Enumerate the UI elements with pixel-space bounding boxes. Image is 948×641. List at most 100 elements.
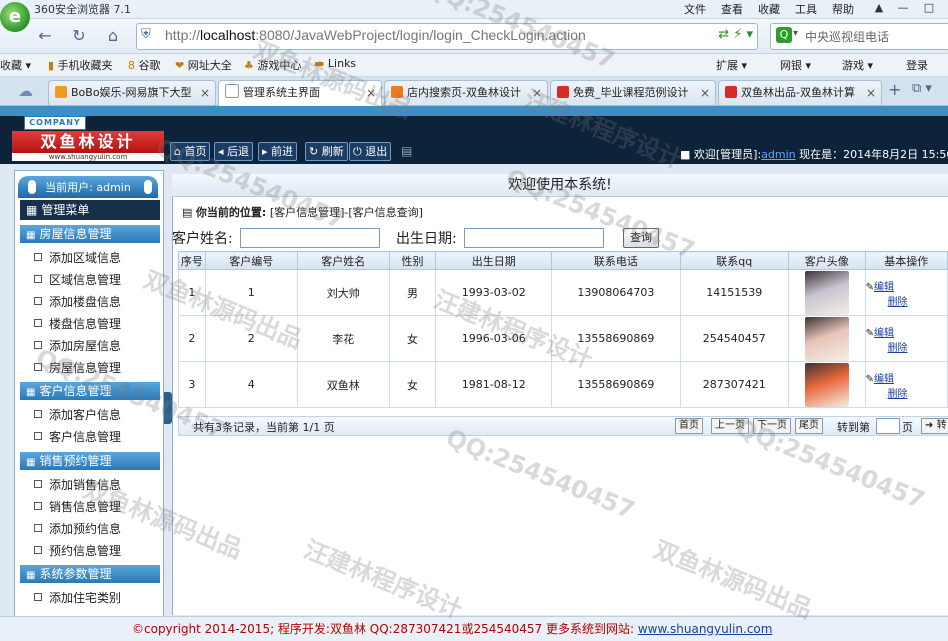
skin-icon[interactable]: ▲ xyxy=(868,0,890,15)
fav-games[interactable]: ♣ 游戏中心 xyxy=(244,57,301,73)
tab-list-icon[interactable]: ⧉ ▾ xyxy=(912,81,932,96)
sidebar-toggle-handle[interactable] xyxy=(164,392,172,424)
sidebar-item-add-area[interactable]: 添加区域信息 xyxy=(34,249,121,266)
maximize-icon[interactable]: □ xyxy=(918,0,940,15)
delete-link[interactable]: 删除 xyxy=(888,389,908,400)
site-logo: 双鱼林设计 www.shuangyulin.com xyxy=(12,131,164,161)
go-button[interactable]: ➜ 转 xyxy=(921,418,948,434)
sidebar-item-manage-building[interactable]: 楼盘信息管理 xyxy=(34,315,121,332)
cell-id: 2 xyxy=(204,315,298,362)
address-text[interactable]: http://localhost:8080/JavaWebProject/log… xyxy=(165,27,586,43)
delete-link[interactable]: 删除 xyxy=(888,343,908,354)
customer-avatar xyxy=(804,316,849,361)
page-icon xyxy=(225,84,239,98)
nav-logout-button[interactable]: ⏻ 退出 xyxy=(349,142,392,161)
sidebar-group-sales[interactable]: 销售预约管理 xyxy=(20,452,160,470)
sidebar-item-add-house-type[interactable]: 添加住宅类别 xyxy=(34,589,121,606)
first-page-button[interactable]: 首页 xyxy=(675,418,703,434)
next-page-button[interactable]: 下一页 xyxy=(753,418,791,434)
sidebar-item-add-customer[interactable]: 添加客户信息 xyxy=(34,406,121,423)
back-icon[interactable]: ← xyxy=(32,24,58,48)
tab-admin-main[interactable]: 管理系统主界面 × xyxy=(218,80,382,106)
customer-name-input[interactable] xyxy=(240,228,380,248)
delete-link[interactable]: 删除 xyxy=(888,297,908,308)
address-actions-icon[interactable]: ⇄ ⚡ ▾ xyxy=(718,27,753,42)
sidebar-item-manage-area[interactable]: 区域信息管理 xyxy=(34,271,121,288)
tab-bobo[interactable]: BoBo娱乐-网易旗下大型 × xyxy=(48,80,216,105)
cell-qq: 287307421 xyxy=(679,361,789,408)
sidebar-item-add-booking[interactable]: 添加预约信息 xyxy=(34,520,121,537)
fav-google[interactable]: 8 谷歌 xyxy=(128,57,161,73)
home-icon[interactable]: ⌂ xyxy=(100,24,126,48)
edit-link[interactable]: 编辑 xyxy=(874,374,894,385)
close-icon[interactable]: × xyxy=(532,81,542,105)
browser-logo-icon: e xyxy=(0,2,30,32)
prev-page-button[interactable]: 上一页 xyxy=(711,418,749,434)
footer: ©copyright 2014-2015; 程序开发:双鱼林 QQ:287307… xyxy=(0,616,948,641)
sidebar-group-system[interactable]: 系统参数管理 xyxy=(20,565,160,583)
menu-title: ▦ 管理菜单 xyxy=(20,200,160,220)
search-engine-icon[interactable]: Q xyxy=(776,27,792,43)
close-icon[interactable]: × xyxy=(866,81,876,105)
edit-link[interactable]: 编辑 xyxy=(874,282,894,293)
sidebar-item-add-building[interactable]: 添加楼盘信息 xyxy=(34,293,121,310)
tool-games[interactable]: 游戏 ▾ xyxy=(842,57,873,73)
close-icon[interactable]: × xyxy=(200,81,210,105)
tool-login[interactable]: 登录 xyxy=(906,57,928,73)
tab-favicon-icon xyxy=(725,86,737,98)
menu-favorites[interactable]: 收藏 xyxy=(758,1,780,17)
close-icon[interactable]: × xyxy=(700,81,710,105)
browser-navbar: ← ↻ ⌂ ⛨ http://localhost:8080/JavaWebPro… xyxy=(0,19,948,54)
edit-icon: ✎ xyxy=(865,373,874,385)
tab-free-course[interactable]: 免费_毕业课程范例设计 × xyxy=(550,80,716,105)
last-page-button[interactable]: 尾页 xyxy=(795,418,823,434)
tab-shuangyulin[interactable]: 双鱼林出品-双鱼林计算 × xyxy=(718,80,882,105)
fav-collect[interactable]: 收藏 ▾ xyxy=(0,57,31,73)
chevron-down-icon[interactable]: ▾ xyxy=(793,28,798,39)
grid-icon: ▦ xyxy=(26,203,38,217)
fav-mobile[interactable]: ▮ 手机收藏夹 xyxy=(48,57,113,73)
fav-links[interactable]: ▬ Links xyxy=(314,57,356,70)
page-suffix: 页 xyxy=(902,421,913,434)
pager-info: 共有3条记录，当前第 1/1 页 xyxy=(193,421,335,434)
app-header-strip xyxy=(0,106,948,116)
cloud-icon[interactable]: ☁ xyxy=(18,82,33,100)
menu-view[interactable]: 查看 xyxy=(721,1,743,17)
nav-home-button[interactable]: ⌂ 首页 xyxy=(170,142,211,161)
close-icon[interactable]: × xyxy=(366,81,376,105)
goto-page-input[interactable] xyxy=(876,418,900,434)
sidebar-item-add-house[interactable]: 添加房屋信息 xyxy=(34,337,121,354)
sidebar-item-manage-booking[interactable]: 预约信息管理 xyxy=(34,542,121,559)
footer-link[interactable]: www.shuangyulin.com xyxy=(638,622,773,636)
cell-birth: 1993-03-02 xyxy=(435,269,553,316)
pager: 共有3条记录，当前第 1/1 页 首页 上一页 下一页 尾页 转到第 页 ➜ 转 xyxy=(178,416,948,436)
refresh-icon[interactable]: ↻ xyxy=(66,24,92,48)
birthdate-input[interactable] xyxy=(464,228,604,248)
search-box[interactable]: Q ▾ 中央巡视组电话 xyxy=(770,23,948,50)
tool-bank[interactable]: 网银 ▾ xyxy=(780,57,811,73)
sidebar-item-manage-house[interactable]: 房屋信息管理 xyxy=(34,359,121,376)
tool-extensions[interactable]: 扩展 ▾ xyxy=(716,57,747,73)
query-button[interactable]: 查询 xyxy=(623,228,659,248)
cell-avatar xyxy=(787,269,866,316)
menu-help[interactable]: 帮助 xyxy=(832,1,854,17)
sidebar-item-manage-customer[interactable]: 客户信息管理 xyxy=(34,428,121,445)
sidebar-group-customer[interactable]: 客户信息管理 xyxy=(20,382,160,400)
search-input[interactable]: 中央巡视组电话 xyxy=(805,28,889,45)
minimize-icon[interactable]: — xyxy=(892,0,914,15)
nav-refresh-button[interactable]: ↻ 刷新 xyxy=(305,142,348,161)
sidebar-item-manage-sale[interactable]: 销售信息管理 xyxy=(34,498,121,515)
sidebar-item-add-sale[interactable]: 添加销售信息 xyxy=(34,476,121,493)
menu-tools[interactable]: 工具 xyxy=(795,1,817,17)
fav-hao[interactable]: ❤ 网址大全 xyxy=(175,57,232,73)
cell-id: 4 xyxy=(204,361,298,408)
menu-file[interactable]: 文件 xyxy=(684,1,706,17)
edit-link[interactable]: 编辑 xyxy=(874,328,894,339)
tab-shop-search[interactable]: 店内搜索页-双鱼林设计 × xyxy=(384,80,548,105)
sidebar-group-house[interactable]: 房屋信息管理 xyxy=(20,225,160,243)
cell-qq: 254540457 xyxy=(679,315,789,362)
nav-forward-button[interactable]: ▸ 前进 xyxy=(258,142,298,161)
address-bar[interactable]: ⛨ http://localhost:8080/JavaWebProject/l… xyxy=(136,23,758,50)
new-tab-icon[interactable]: + xyxy=(888,80,901,99)
nav-back-button[interactable]: ◂ 后退 xyxy=(214,142,254,161)
